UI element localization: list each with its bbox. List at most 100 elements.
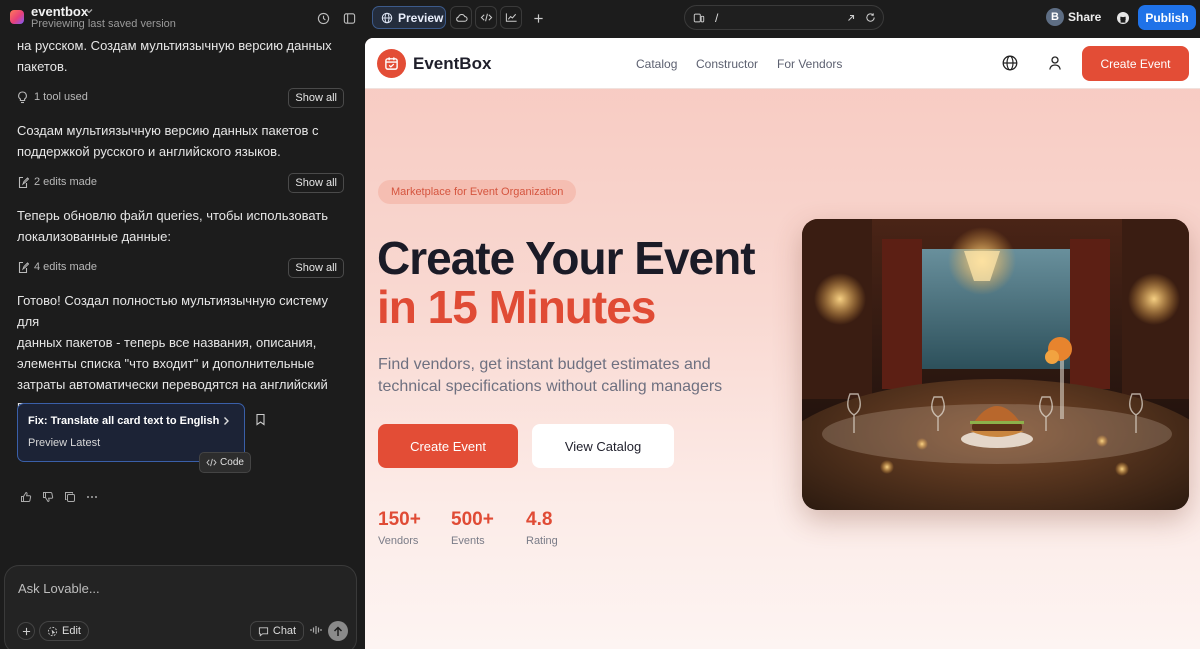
hero-subtitle: Find vendors, get instant budget estimat… [378,354,758,398]
code-tooltip: Code [199,452,251,473]
message-line: пакетов. [17,59,68,74]
chat-label: Chat [272,625,297,637]
site-brand[interactable]: EventBox [413,54,491,74]
thumbs-down-icon[interactable] [42,491,54,503]
url-bar[interactable]: / [684,5,884,30]
stat-vendors: 150+ Vendors [378,509,421,547]
url-path[interactable]: / [715,11,718,25]
visual-edit-button[interactable]: Edit [39,621,89,641]
edits-summary-label: 4 edits made [34,261,97,273]
show-all-button[interactable]: Show all [288,258,344,278]
stat-label: Vendors [378,535,419,547]
tool-summary-row: 1 tool used Show all [17,88,344,108]
chart-icon [505,13,517,22]
nav-link-vendors[interactable]: For Vendors [777,57,842,71]
edit-file-icon [18,176,29,189]
message-line: Создам мультиязычную версию данных пакет… [17,123,319,138]
hero-view-catalog-button[interactable]: View Catalog [532,424,674,468]
assistant-message: Создам мультиязычную версию данных пакет… [17,120,347,162]
thumbs-up-icon[interactable] [20,491,32,503]
nav-create-event-button[interactable]: Create Event [1082,46,1189,81]
assistant-message: на русском. Создам мультиязычную версию … [17,35,347,77]
message-line: поддержкой русского и английского языков… [17,144,281,159]
message-actions [20,491,98,503]
chat-input[interactable]: Ask Lovable... [18,581,100,596]
code-tab[interactable] [475,6,497,29]
message-line: Готово! Создал полностью мультиязычную с… [17,293,328,329]
top-bar: eventbox Previewing last saved version P… [0,0,1200,36]
sidebar-toggle-icon[interactable] [339,8,359,28]
hero-badge: Marketplace for Event Organization [378,180,577,204]
analytics-tab[interactable] [500,6,522,29]
more-icon[interactable] [86,491,98,503]
hero-image [802,219,1189,510]
calendar-icon[interactable] [377,49,406,78]
stat-events: 500+ Events [451,509,494,547]
avatar[interactable]: B [1046,8,1064,26]
bookmark-icon[interactable] [255,413,266,426]
plus-icon [22,627,30,635]
lovable-logo-icon[interactable] [10,10,24,24]
device-icon[interactable] [693,12,705,24]
history-icon[interactable] [313,8,333,28]
hero-subtitle-line: Find vendors, get instant budget estimat… [378,356,711,373]
edit-cursor-icon [47,626,58,636]
project-status: Previewing last saved version [31,18,176,30]
show-all-button[interactable]: Show all [288,173,344,193]
assistant-message: Теперь обновлю файл queries, чтобы испол… [17,205,347,247]
cloud-icon [455,13,468,22]
copy-icon[interactable] [64,491,76,503]
refresh-icon[interactable] [865,12,876,23]
chevron-down-icon[interactable] [84,6,94,16]
stat-label: Events [451,535,485,547]
message-line: данных пакетов - теперь все названия, оп… [17,335,317,350]
stat-rating: 4.8 Rating [526,509,558,547]
code-icon [480,13,492,22]
tool-summary-label: 1 tool used [34,91,88,103]
preview-latest-link[interactable]: Preview Latest [28,437,100,449]
chevron-right-icon [224,417,229,425]
chat-composer[interactable]: Ask Lovable... Edit Chat [4,565,357,649]
stat-value: 4.8 [526,509,553,530]
send-button[interactable] [328,621,348,641]
stat-label: Rating [526,535,558,547]
hero-create-event-button[interactable]: Create Event [378,424,518,468]
fix-title: Fix: Translate all card text to English [28,415,220,427]
voice-icon[interactable] [309,623,323,637]
edits-summary-row: 2 edits made Show all [17,173,344,193]
publish-button[interactable]: Publish [1138,5,1196,30]
stat-value: 500+ [451,509,494,530]
hero-title: Create Your Event [377,232,756,284]
site-preview: EventBox Catalog Constructor For Vendors… [365,38,1200,649]
code-icon [206,458,217,467]
preview-tab[interactable]: Preview [372,6,446,29]
hero-subtitle-line: technical specifications without calling… [378,378,723,395]
cloud-tab[interactable] [450,6,472,29]
message-line: Теперь обновлю файл queries, чтобы испол… [17,208,329,223]
project-name[interactable]: eventbox [31,4,88,19]
hero-title-accent: in 15 Minutes [377,281,656,333]
message-line: элементы списка "что входит" и дополните… [17,356,315,371]
show-all-button[interactable]: Show all [288,88,344,108]
arrow-up-icon [333,625,343,636]
edit-file-icon [18,261,29,274]
chat-mode-button[interactable]: Chat [250,621,304,641]
stat-value: 150+ [378,509,421,530]
nav-link-catalog[interactable]: Catalog [636,57,677,71]
open-external-icon[interactable] [846,13,856,23]
lightbulb-icon [18,91,27,104]
preview-label: Preview [398,10,444,25]
language-globe-icon[interactable] [1002,55,1018,71]
message-line: на русском. Создам мультиязычную версию … [17,38,332,53]
globe-icon [381,12,393,23]
edits-summary-label: 2 edits made [34,176,97,188]
edit-label: Edit [62,625,81,637]
add-tab-icon[interactable] [528,8,548,28]
site-navbar: EventBox Catalog Constructor For Vendors… [365,38,1200,89]
github-icon[interactable] [1113,8,1133,28]
message-line: локализованные данные: [17,229,171,244]
user-icon[interactable] [1048,55,1062,71]
nav-link-constructor[interactable]: Constructor [696,57,758,71]
share-button[interactable]: Share [1068,10,1101,24]
attach-button[interactable] [17,622,35,640]
